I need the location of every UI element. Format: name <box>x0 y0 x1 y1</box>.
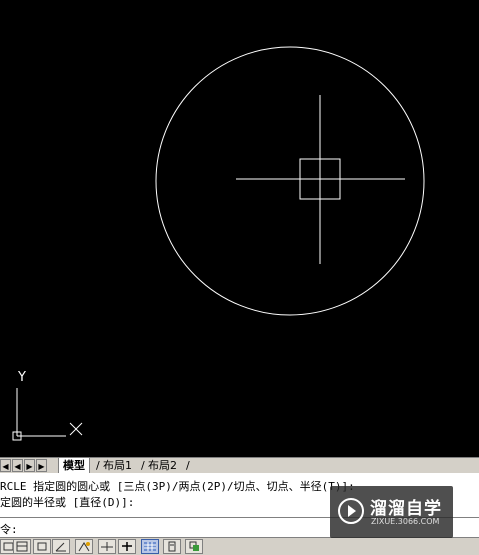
command-history-line-2: 定圆的半径或 [直径(D)]: <box>0 496 135 509</box>
tab-separator-2: / <box>141 459 145 472</box>
ducs-icon[interactable] <box>118 539 136 554</box>
watermark-title: 溜溜自学 <box>370 499 442 519</box>
tab-model[interactable]: 模型 <box>58 458 90 473</box>
lineweight-icon[interactable] <box>163 539 181 554</box>
tab-layout1[interactable]: 布局1 <box>103 458 132 473</box>
watermark: 溜溜自学 ZIXUE.3066.COM <box>330 486 453 538</box>
otrack-icon[interactable] <box>98 539 116 554</box>
tab-separator-3: / <box>186 459 190 472</box>
command-history-line-1: RCLE 指定圆的圆心或 [三点(3P)/两点(2P)/切点、切点、半径(T)]… <box>0 480 355 493</box>
tab-layout2[interactable]: 布局2 <box>148 458 177 473</box>
ucs-icon <box>12 388 83 441</box>
quick-properties-icon[interactable] <box>185 539 203 554</box>
ucs-y-label: Y <box>17 370 26 385</box>
tab-nav-first-button[interactable]: ◀ <box>0 459 11 472</box>
command-prompt[interactable]: 令: <box>0 521 18 537</box>
tab-separator-1: / <box>96 459 100 472</box>
drawing-svg: Y <box>12 46 425 441</box>
dyn-icon[interactable] <box>141 539 159 554</box>
tab-nav-prev-button[interactable]: ◀ <box>12 459 23 472</box>
drawing-canvas[interactable]: Y <box>0 0 479 457</box>
watermark-logo-icon <box>338 498 364 524</box>
circle-entity[interactable] <box>155 46 425 316</box>
osnap-icon[interactable] <box>75 539 93 554</box>
layout-tab-bar: ◀ ◀ ▶ ▶ 模型 / 布局1 / 布局2 / <box>0 457 479 473</box>
watermark-url: ZIXUE.3066.COM <box>371 517 440 526</box>
tab-nav-last-button[interactable]: ▶ <box>36 459 47 472</box>
tab-nav-next-button[interactable]: ▶ <box>24 459 35 472</box>
ortho-icon[interactable] <box>33 539 51 554</box>
polar-icon[interactable] <box>52 539 70 554</box>
grid-icon[interactable] <box>13 539 31 554</box>
status-bar <box>0 537 479 555</box>
